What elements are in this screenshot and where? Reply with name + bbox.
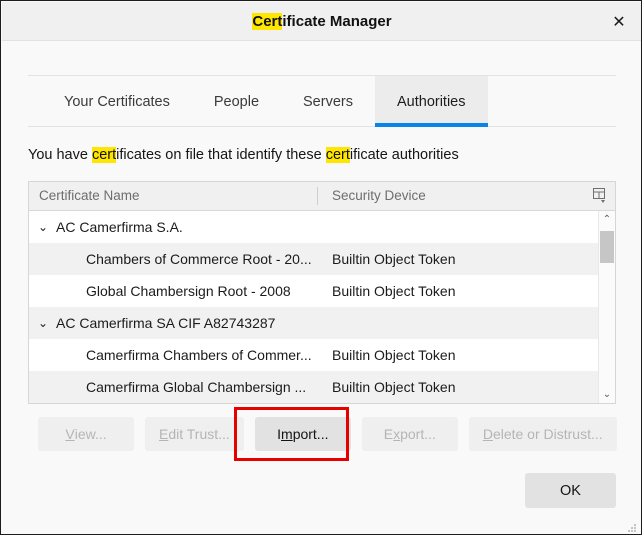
cell-security-device: Builtin Object Token [332, 275, 455, 307]
edit-trust-button-post: dit Trust... [168, 426, 229, 442]
vertical-scrollbar[interactable]: ⌃ ⌄ [598, 211, 615, 403]
ok-button[interactable]: OK [525, 473, 616, 508]
titlebar: Certificate Manager ✕ [2, 2, 642, 41]
chevron-down-icon[interactable]: ⌄ [38, 307, 52, 339]
page-title: Certificate Manager [2, 2, 642, 41]
table-row[interactable]: Chambers of Commerce Root - 20... Builti… [29, 243, 615, 275]
view-button-accel: V [65, 426, 74, 442]
table-row[interactable]: ⌄ AC Camerfirma SA CIF A82743287 [29, 307, 615, 339]
description-highlight-1: cert [92, 147, 116, 163]
description-part-3: ificate authorities [350, 147, 459, 163]
table-body: ⌄ AC Camerfirma S.A. Chambers of Commerc… [29, 211, 615, 403]
table-row[interactable]: Camerfirma Chambers of Commer... Builtin… [29, 339, 615, 371]
tab-your-certificates[interactable]: Your Certificates [42, 76, 192, 127]
view-button[interactable]: View... [38, 417, 134, 451]
close-icon[interactable]: ✕ [604, 9, 634, 35]
tab-servers[interactable]: Servers [281, 76, 375, 127]
description-text: You have certificates on file that ident… [28, 147, 459, 163]
column-picker-icon[interactable] [592, 187, 609, 205]
tab-authorities[interactable]: Authorities [375, 76, 488, 127]
table-row[interactable]: Camerfirma Global Chambersign ... Builti… [29, 371, 615, 403]
column-divider[interactable] [317, 187, 318, 205]
table-row[interactable]: Global Chambersign Root - 2008 Builtin O… [29, 275, 615, 307]
tab-list: Your Certificates People Servers Authori… [42, 76, 488, 127]
title-text-after: ificate Manager [282, 13, 391, 30]
cell-certificate-name: Global Chambersign Root - 2008 [86, 275, 291, 307]
export-button-accel: x [393, 426, 400, 442]
tab-people[interactable]: People [192, 76, 281, 127]
cell-certificate-name: Chambers of Commerce Root - 20... [86, 243, 312, 275]
view-button-post: iew... [75, 426, 107, 442]
action-button-row: View... Edit Trust... Import... Export..… [38, 417, 617, 451]
cell-certificate-name: AC Camerfirma SA CIF A82743287 [56, 307, 275, 339]
cell-security-device: Builtin Object Token [332, 339, 455, 371]
scroll-down-icon[interactable]: ⌄ [599, 386, 615, 403]
column-header-certificate-name[interactable]: Certificate Name [39, 182, 140, 210]
edit-trust-button-accel: E [159, 426, 168, 442]
edit-trust-button[interactable]: Edit Trust... [145, 417, 244, 451]
import-button-post: port... [293, 426, 329, 442]
resize-grip-icon[interactable] [627, 520, 637, 530]
cell-certificate-name: Camerfirma Global Chambersign ... [86, 371, 306, 403]
cell-certificate-name: Camerfirma Chambers of Commer... [86, 339, 312, 371]
scroll-up-icon[interactable]: ⌃ [599, 211, 615, 228]
column-header-security-device[interactable]: Security Device [332, 182, 426, 210]
scrollbar-thumb[interactable] [600, 231, 614, 263]
certificate-table: Certificate Name Security Device ⌄ AC Ca… [28, 181, 616, 404]
table-row[interactable]: ⌄ AC Camerfirma S.A. [29, 211, 615, 243]
delete-or-distrust-button-post: elete or Distrust... [493, 426, 603, 442]
certificate-manager-dialog: Certificate Manager ✕ Your Certificates … [0, 0, 642, 535]
description-part-1: You have [28, 147, 92, 163]
chevron-down-icon[interactable]: ⌄ [38, 211, 52, 243]
title-text-highlight: Cert [252, 13, 282, 30]
cell-security-device: Builtin Object Token [332, 243, 455, 275]
description-highlight-2: cert [326, 147, 350, 163]
tabstrip: Your Certificates People Servers Authori… [28, 75, 616, 127]
delete-or-distrust-button[interactable]: Delete or Distrust... [469, 417, 617, 451]
export-button-post: port... [400, 426, 436, 442]
description-part-2: ificates on file that identify these [116, 147, 326, 163]
table-header: Certificate Name Security Device [29, 182, 615, 211]
import-button[interactable]: Import... [255, 417, 351, 451]
import-button-accel: m [281, 426, 293, 442]
export-button[interactable]: Export... [362, 417, 458, 451]
cell-security-device: Builtin Object Token [332, 371, 455, 403]
delete-or-distrust-button-accel: D [483, 426, 493, 442]
cell-certificate-name: AC Camerfirma S.A. [56, 211, 183, 243]
export-button-pre: E [384, 426, 393, 442]
